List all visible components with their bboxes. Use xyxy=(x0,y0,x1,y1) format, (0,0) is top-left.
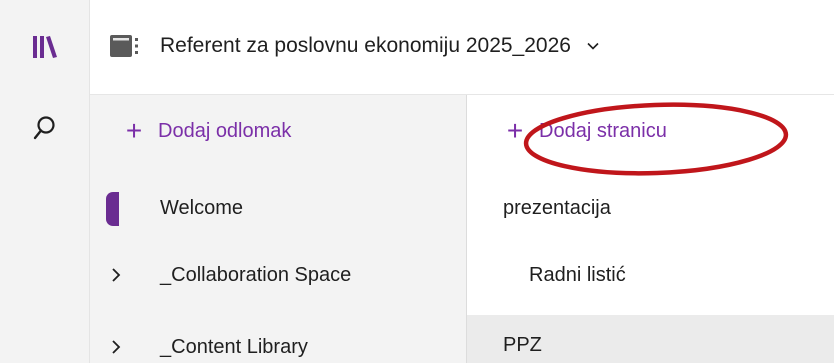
add-page-label: Dodaj stranicu xyxy=(539,119,667,142)
page-label: PPZ xyxy=(503,333,542,356)
page-label: prezentacija xyxy=(503,196,611,219)
plus-icon: + xyxy=(125,115,143,146)
chevron-right-icon[interactable] xyxy=(110,267,122,283)
section-item-welcome[interactable]: Welcome xyxy=(90,178,467,238)
header-bar: Referent za poslovnu ekonomiju 2025_2026 xyxy=(90,0,834,95)
page-item-ppz[interactable]: PPZ xyxy=(467,315,834,363)
add-section-label: Dodaj odlomak xyxy=(158,119,292,142)
nav-rail xyxy=(0,0,90,363)
section-item-collaboration-space[interactable]: _Collaboration Space xyxy=(90,245,467,305)
notebooks-library-icon xyxy=(33,36,57,58)
notebook-switcher[interactable]: Referent za poslovnu ekonomiju 2025_2026 xyxy=(108,24,601,68)
chevron-down-icon xyxy=(587,42,599,50)
section-label: _Content Library xyxy=(160,335,308,358)
sections-pane: + Dodaj odlomak Welcome _Collaboration S… xyxy=(90,95,467,363)
page-label: Radni listić xyxy=(529,263,626,286)
add-page-button[interactable]: + Dodaj stranicu xyxy=(505,109,667,153)
search-button[interactable] xyxy=(0,93,90,163)
plus-icon: + xyxy=(506,115,524,146)
onenote-window: Referent za poslovnu ekonomiju 2025_2026… xyxy=(0,0,834,363)
pages-pane: + Dodaj stranicu prezentacija Radni list… xyxy=(467,95,834,363)
notebook-title: Referent za poslovnu ekonomiju 2025_2026 xyxy=(160,34,571,57)
section-item-content-library[interactable]: _Content Library xyxy=(90,317,467,363)
page-item-prezentacija[interactable]: prezentacija xyxy=(467,178,834,238)
search-icon xyxy=(33,116,55,140)
section-label: Welcome xyxy=(160,196,243,219)
section-label: _Collaboration Space xyxy=(160,263,352,286)
chevron-right-icon[interactable] xyxy=(110,339,122,355)
notebooks-button[interactable] xyxy=(0,12,90,82)
section-color-tab xyxy=(106,192,119,226)
notebook-icon xyxy=(110,35,138,57)
add-section-button[interactable]: + Dodaj odlomak xyxy=(124,109,292,153)
page-item-radni-listic[interactable]: Radni listić xyxy=(467,245,834,305)
